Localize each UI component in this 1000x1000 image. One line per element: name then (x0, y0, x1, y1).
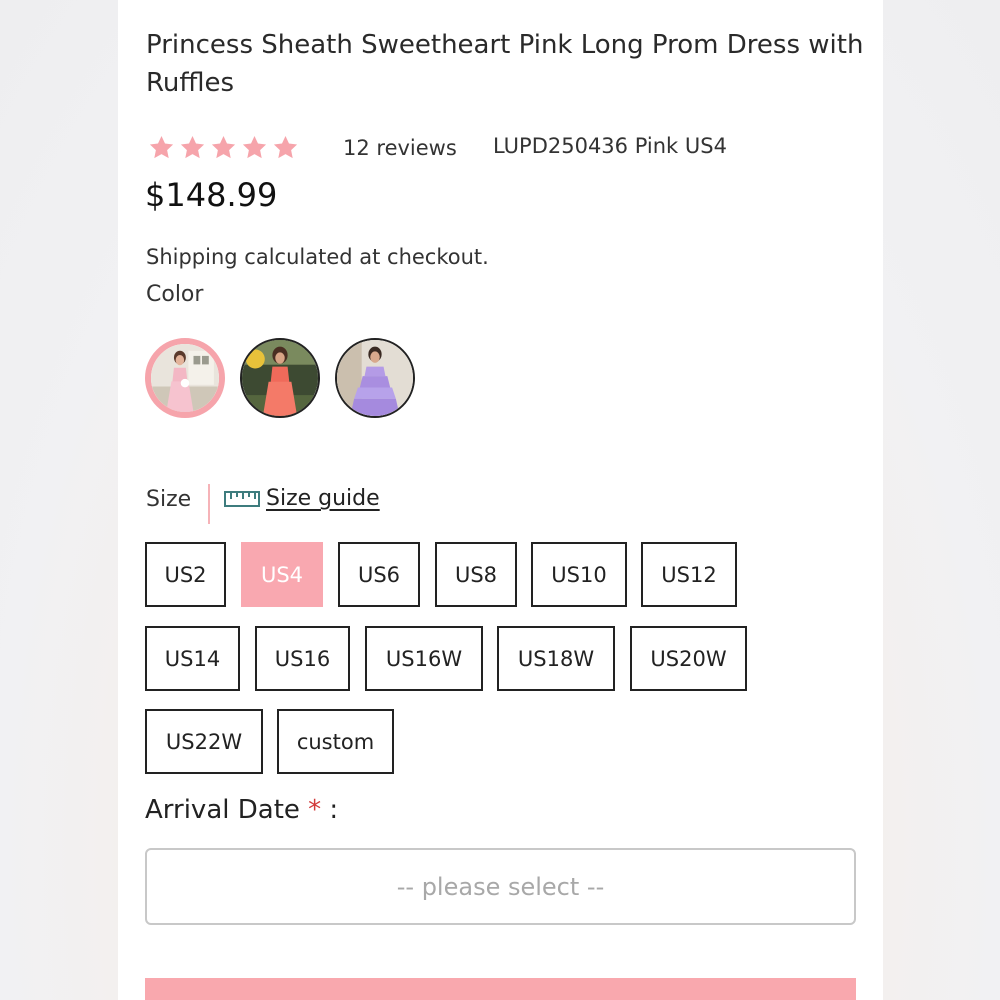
arrival-date-label: Arrival Date * : (145, 795, 338, 825)
size-option-us14[interactable]: US14 (145, 626, 240, 691)
size-guide-link[interactable]: Size guide (224, 486, 380, 511)
arrival-date-suffix: : (321, 795, 339, 825)
size-option-us2[interactable]: US2 (145, 542, 226, 607)
arrival-date-text: Arrival Date (145, 795, 300, 825)
size-option-us16w[interactable]: US16W (365, 626, 483, 691)
size-option-us4[interactable]: US4 (241, 542, 323, 607)
add-to-cart-button[interactable] (145, 978, 856, 1000)
reviews-link[interactable]: 12 reviews (343, 136, 457, 160)
product-sku: LUPD250436 Pink US4 (493, 134, 727, 158)
ruler-icon (224, 489, 260, 509)
color-swatch-lilac[interactable] (335, 338, 415, 418)
size-option-custom[interactable]: custom (277, 709, 394, 774)
size-option-us22w[interactable]: US22W (145, 709, 263, 774)
size-option-us8[interactable]: US8 (435, 542, 517, 607)
color-swatch-coral[interactable] (240, 338, 320, 418)
shipping-note: Shipping calculated at checkout. (146, 245, 489, 269)
size-divider (208, 484, 210, 524)
color-swatch-pink[interactable] (145, 338, 225, 418)
star-icon (148, 134, 175, 161)
size-option-us12[interactable]: US12 (641, 542, 737, 607)
size-option-us18w[interactable]: US18W (497, 626, 615, 691)
size-guide-label[interactable]: Size guide (266, 486, 380, 511)
size-option-us16[interactable]: US16 (255, 626, 350, 691)
size-option-us10[interactable]: US10 (531, 542, 627, 607)
size-option-us20w[interactable]: US20W (630, 626, 747, 691)
rating-stars[interactable] (148, 134, 299, 161)
arrival-date-select[interactable]: -- please select -- (145, 848, 856, 925)
color-label: Color (146, 282, 204, 307)
star-icon (272, 134, 299, 161)
star-icon (179, 134, 206, 161)
required-mark: * (308, 795, 322, 825)
product-price: $148.99 (145, 176, 278, 214)
size-option-us6[interactable]: US6 (338, 542, 420, 607)
size-label: Size (146, 487, 192, 512)
product-title: Princess Sheath Sweetheart Pink Long Pro… (146, 30, 864, 98)
star-icon (241, 134, 268, 161)
product-card: Princess Sheath Sweetheart Pink Long Pro… (118, 0, 883, 1000)
star-icon (210, 134, 237, 161)
